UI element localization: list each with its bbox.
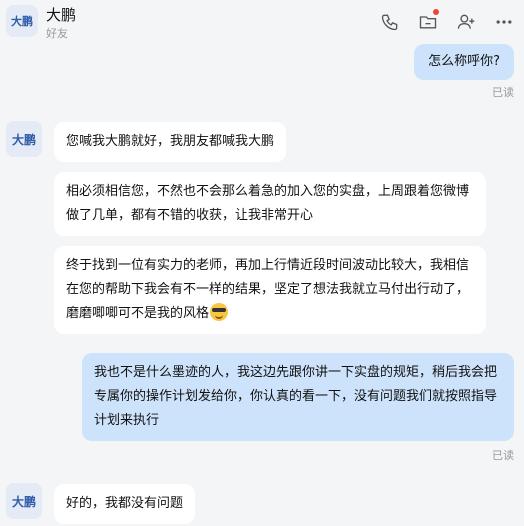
- message-bubble-incoming[interactable]: 相必须相信您，不然也不会那么着急的加入您的实盘，上周跟着您微博做了几单，都有不错…: [54, 172, 486, 236]
- chat-header: 大鹏 大鹏 好友: [0, 0, 524, 44]
- add-user-icon[interactable]: [452, 8, 480, 36]
- sender-avatar[interactable]: 大鹏: [6, 483, 42, 519]
- message-bubble-incoming[interactable]: 终于找到一位有实力的老师，再加上行情近段时间波动比较大，我相信在您的帮助下我会有…: [54, 246, 486, 334]
- notification-dot: [433, 9, 439, 15]
- message-text: 我也不是什么墨迹的人，我这边先跟你讲一下实盘的规矩，稍后我会把专属你的操作计划发…: [94, 365, 498, 428]
- contact-name[interactable]: 大鹏: [46, 4, 76, 25]
- read-status: 已读: [492, 449, 514, 462]
- contact-avatar[interactable]: 大鹏: [6, 5, 38, 37]
- message-bubble-incoming[interactable]: 您喊我大鹏就好，我朋友都喊我大鹏: [54, 122, 287, 162]
- folder-icon[interactable]: [414, 8, 442, 36]
- message-bubble-incoming[interactable]: 好的，我都没有问题: [54, 484, 196, 524]
- message-text: 怎么称呼你?: [428, 54, 500, 69]
- message-bubble-outgoing[interactable]: 我也不是什么墨迹的人，我这边先跟你讲一下实盘的规矩，稍后我会把专属你的操作计划发…: [82, 353, 514, 441]
- sunglasses-emoji-icon: [210, 303, 229, 321]
- message-text: 相必须相信您，不然也不会那么着急的加入您的实盘，上周跟着您微博做了几单，都有不错…: [66, 184, 470, 223]
- more-icon[interactable]: [490, 8, 518, 36]
- message-bubble-outgoing[interactable]: 怎么称呼你?: [414, 44, 514, 80]
- read-status: 已读: [492, 86, 514, 99]
- message-text: 好的，我都没有问题: [66, 496, 184, 511]
- phone-icon[interactable]: [376, 8, 404, 36]
- sender-avatar[interactable]: 大鹏: [6, 121, 42, 157]
- message-text: 终于找到一位有实力的老师，再加上行情近段时间波动比较大，我相信在您的帮助下我会有…: [66, 258, 470, 321]
- contact-subtitle: 好友: [46, 27, 68, 40]
- header-actions: [376, 8, 518, 36]
- message-text: 您喊我大鹏就好，我朋友都喊我大鹏: [66, 134, 275, 149]
